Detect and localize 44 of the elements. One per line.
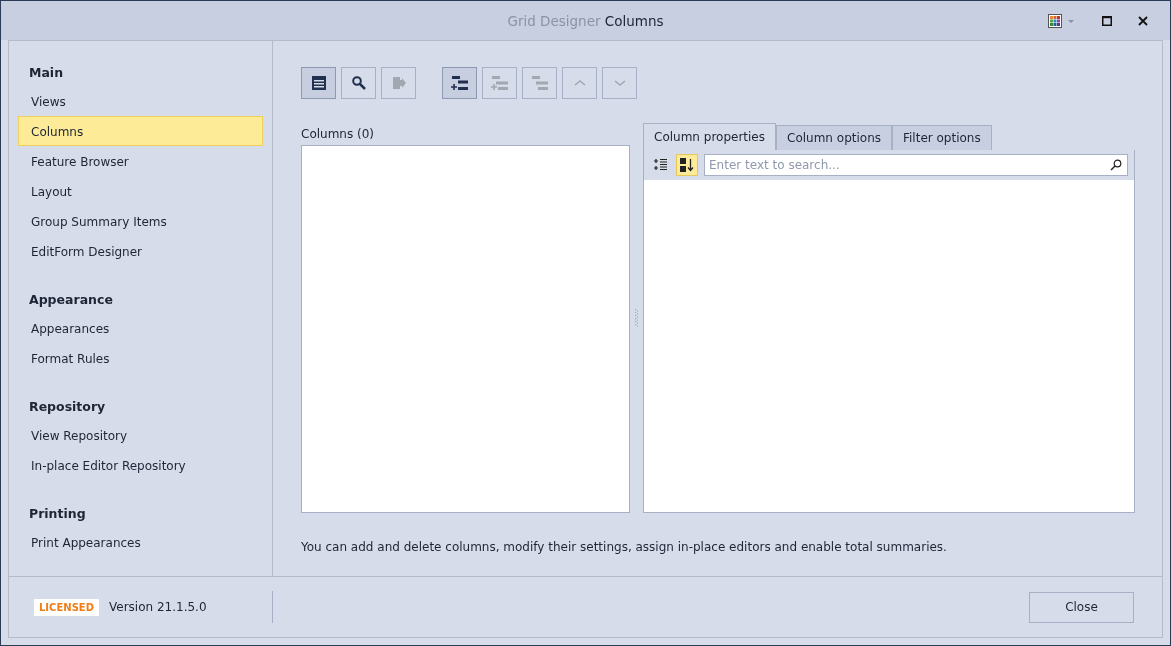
search-icon[interactable] [1110, 159, 1122, 171]
sidebar-item[interactable]: View Repository [18, 420, 263, 450]
search-field[interactable]: Enter text to search... [704, 154, 1128, 176]
export-icon [390, 75, 407, 91]
sidebar-item[interactable]: In-place Editor Repository [18, 450, 263, 480]
close-icon[interactable] [1138, 16, 1148, 26]
sidebar-item[interactable]: Appearances [18, 313, 263, 343]
form-icon [310, 75, 327, 91]
color-palette-icon[interactable] [1048, 14, 1076, 28]
version-text: Version 21.1.5.0 [108, 600, 207, 614]
sidebar-item[interactable]: Views [18, 86, 263, 116]
search-tool-button[interactable] [341, 67, 376, 99]
sidebar-group-title: Repository [28, 398, 107, 416]
remove-row-icon [530, 75, 549, 91]
sort-down-icon [679, 157, 695, 173]
sidebar-item[interactable]: Group Summary Items [18, 206, 263, 236]
sidebar-group-title: Main [28, 64, 65, 82]
insert-row-icon [490, 75, 509, 91]
window-title: Grid Designer Columns [507, 12, 664, 29]
tab[interactable]: Column options [776, 125, 892, 150]
sidebar-item[interactable]: Layout [18, 176, 263, 206]
tab[interactable]: Column properties [643, 123, 776, 150]
license-badge: LICENSED [34, 598, 99, 616]
sidebar-group-title: Printing [28, 505, 87, 523]
sidebar-group-title: Appearance [28, 291, 114, 309]
tab[interactable]: Filter options [892, 125, 992, 150]
add-tool-button[interactable] [442, 67, 477, 99]
search-icon [350, 75, 367, 91]
alphabetical-sort-button[interactable] [676, 154, 698, 176]
maximize-icon[interactable] [1102, 16, 1112, 26]
sidebar-item[interactable]: Print Appearances [18, 527, 263, 557]
sidebar-item[interactable]: Format Rules [18, 343, 263, 373]
chevron-up-icon [573, 79, 586, 87]
form-tool-button[interactable] [301, 67, 336, 99]
sidebar-item[interactable]: Feature Browser [18, 146, 263, 176]
sidebar-item[interactable]: Columns [18, 116, 263, 146]
chevron-down-icon [613, 79, 626, 87]
categorized-list-icon [654, 158, 668, 172]
sidebar-item[interactable]: EditForm Designer [18, 236, 263, 266]
close-button[interactable]: Close [1029, 591, 1134, 623]
splitter-grip-icon[interactable] [635, 309, 638, 327]
add-rows-icon [450, 75, 469, 91]
columns-list-label: Columns (0) [301, 126, 376, 143]
hint-text: You can add and delete columns, modify their settings, assign in-place editors and enable total summaries. [301, 540, 948, 554]
